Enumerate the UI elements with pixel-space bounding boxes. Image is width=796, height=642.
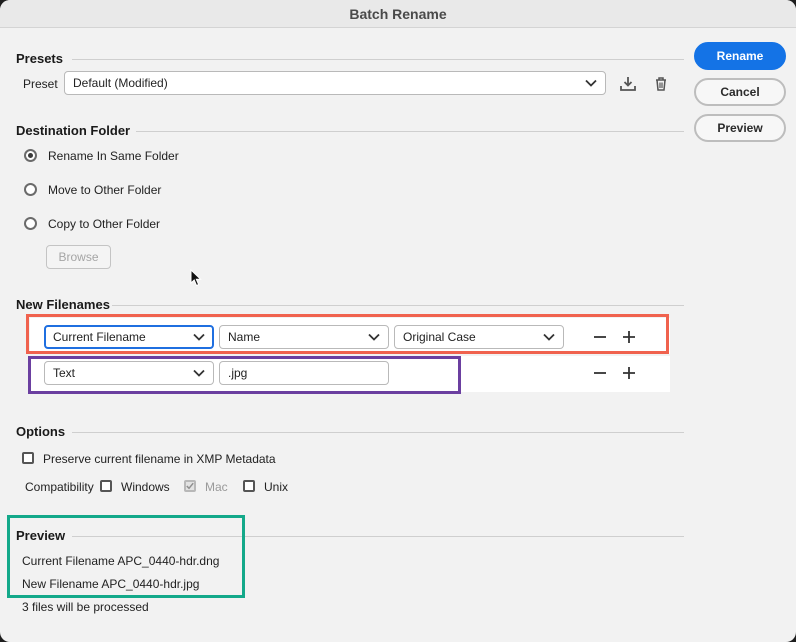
- mac-label: Mac: [205, 480, 228, 494]
- compatibility-label: Compatibility: [25, 480, 94, 494]
- preserve-filename-label: Preserve current filename in XMP Metadat…: [43, 452, 276, 466]
- plus-icon[interactable]: [619, 363, 639, 383]
- windows-checkbox[interactable]: [100, 480, 112, 492]
- destination-section-title: Destination Folder: [16, 123, 131, 138]
- mac-checkbox[interactable]: [184, 480, 196, 492]
- highlight-box-red: [26, 314, 669, 354]
- preview-button[interactable]: Preview: [694, 114, 786, 142]
- highlight-box-purple: [28, 356, 461, 394]
- window-title: Batch Rename: [0, 0, 796, 28]
- radio-copy-other-folder[interactable]: [24, 217, 37, 230]
- cancel-button[interactable]: Cancel: [694, 78, 786, 106]
- chevron-down-icon: [585, 79, 597, 87]
- radio-label-copy-other-folder: Copy to Other Folder: [48, 217, 161, 231]
- download-icon[interactable]: [618, 74, 638, 94]
- radio-label-move-other-folder: Move to Other Folder: [48, 183, 162, 197]
- radio-rename-same-folder[interactable]: [24, 149, 37, 162]
- radio-move-other-folder[interactable]: [24, 183, 37, 196]
- highlight-box-teal: [7, 515, 245, 598]
- minus-icon[interactable]: [590, 363, 610, 383]
- options-section-title: Options: [16, 424, 66, 439]
- browse-button[interactable]: Browse: [46, 245, 111, 269]
- preset-dropdown[interactable]: Default (Modified): [64, 71, 606, 95]
- windows-label: Windows: [121, 480, 170, 494]
- unix-label: Unix: [264, 480, 289, 494]
- unix-checkbox[interactable]: [243, 480, 255, 492]
- checkmark-icon: [186, 482, 194, 490]
- presets-divider: [72, 59, 684, 60]
- trash-icon[interactable]: [651, 74, 671, 94]
- mouse-pointer-icon: [190, 269, 202, 287]
- batch-rename-dialog: Batch Rename Rename Cancel Preview Prese…: [0, 0, 796, 642]
- new-filenames-divider: [112, 305, 684, 306]
- preset-label: Preset: [23, 77, 58, 91]
- preset-value: Default (Modified): [73, 76, 168, 90]
- destination-divider: [136, 131, 684, 132]
- rename-button[interactable]: Rename: [694, 42, 786, 70]
- radio-label-rename-same-folder: Rename In Same Folder: [48, 149, 179, 163]
- options-divider: [72, 432, 684, 433]
- preview-file-count: 3 files will be processed: [22, 600, 149, 614]
- preserve-filename-checkbox[interactable]: [22, 452, 34, 464]
- presets-section-title: Presets: [16, 51, 63, 66]
- new-filenames-section-title: New Filenames: [16, 297, 110, 312]
